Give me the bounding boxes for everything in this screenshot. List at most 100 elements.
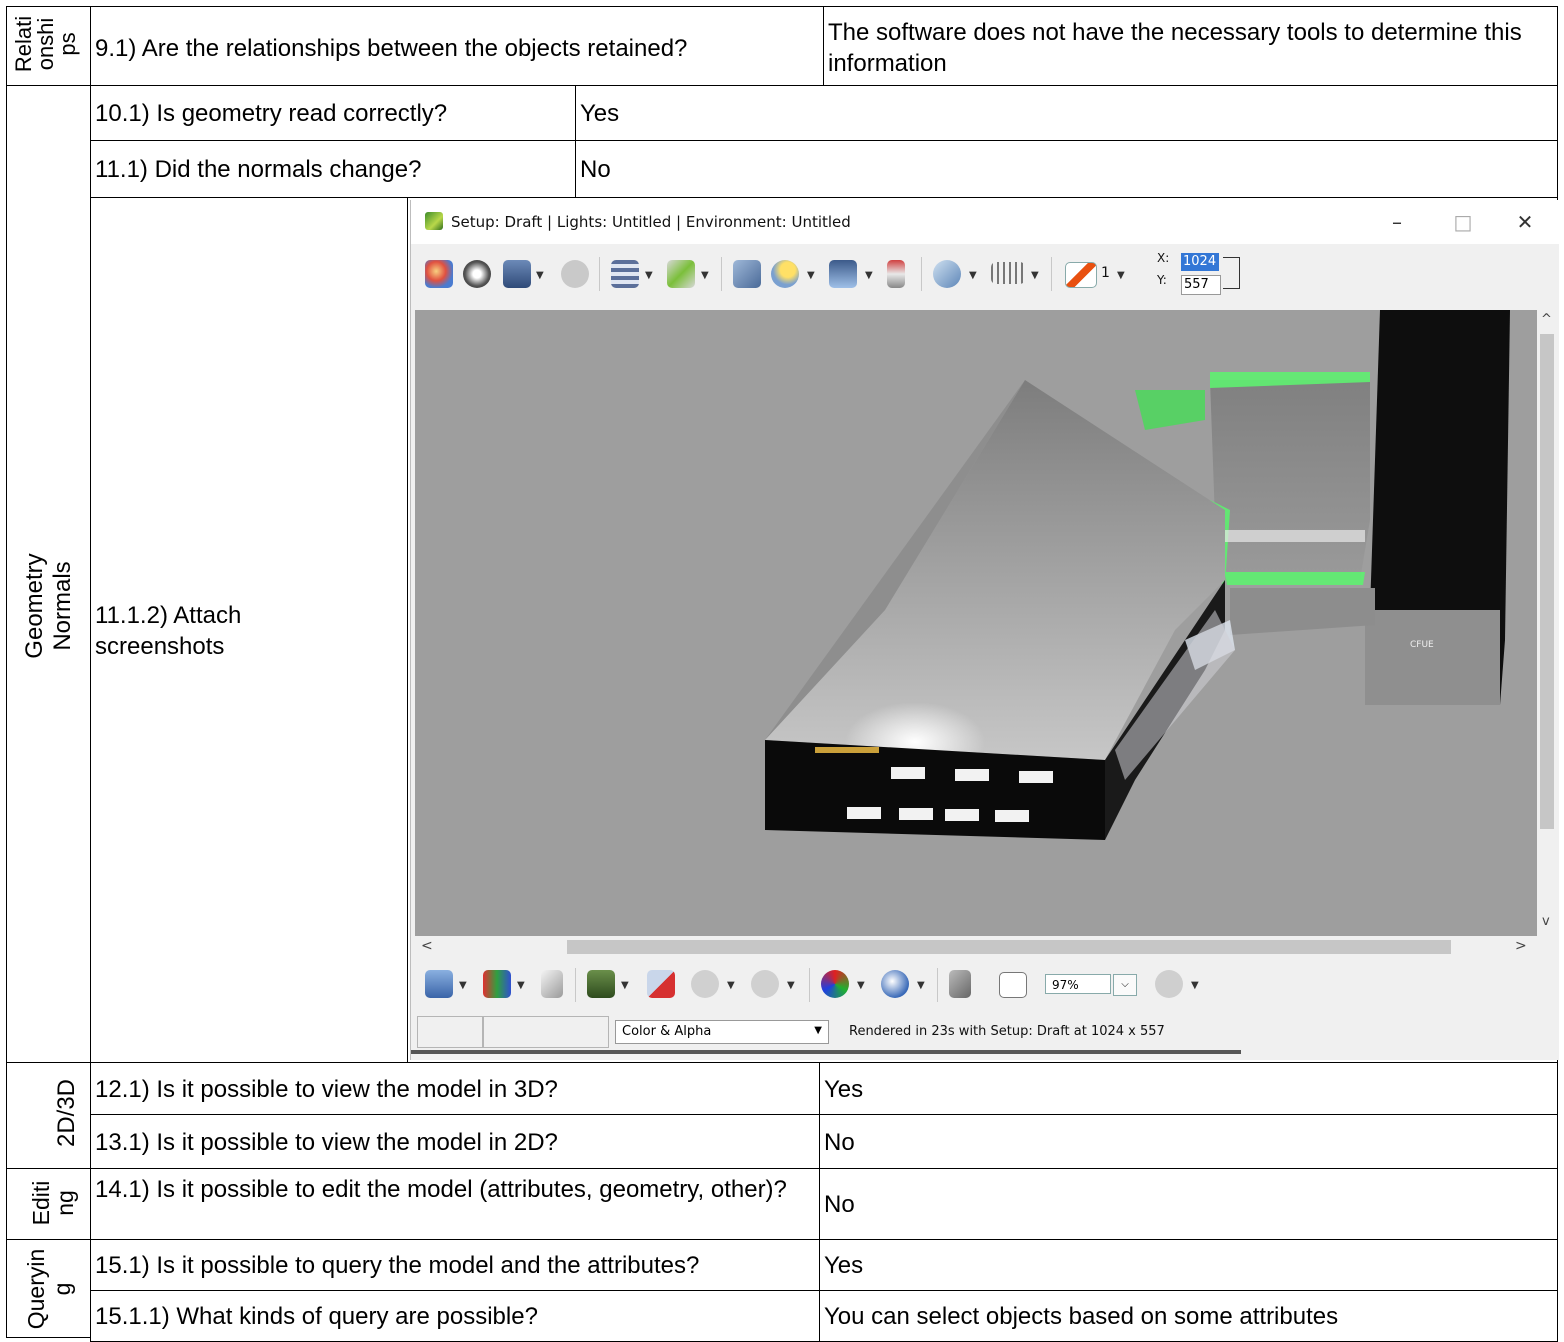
render-frame-icon[interactable] xyxy=(463,260,491,288)
vertical-scroll-thumb[interactable] xyxy=(1540,334,1554,829)
group-cell-querying: Queryin g xyxy=(6,1239,91,1338)
scroll-left-arrow[interactable]: < xyxy=(421,938,433,954)
answer-14-1: No xyxy=(824,1191,855,1218)
scroll-up-arrow[interactable]: ^ xyxy=(1541,312,1552,327)
x-resolution-field[interactable]: 1024 xyxy=(1181,253,1219,271)
question-11-1-2: 11.1.2) Attach screenshots xyxy=(95,602,248,660)
horizontal-scrollbar[interactable]: < > xyxy=(415,936,1537,958)
status-bar: Color & Alpha ▼ Rendered in 23s with Set… xyxy=(411,1012,1559,1054)
question-9-1: 9.1) Are the relationships between the o… xyxy=(95,35,688,62)
chevron-down-icon[interactable]: ▼ xyxy=(517,980,525,991)
answer-cell-15-1-1: You can select objects based on some att… xyxy=(819,1290,1558,1342)
chevron-down-icon[interactable]: ▼ xyxy=(701,270,709,281)
group-cell-2d3d: 2D/3D xyxy=(6,1062,91,1169)
chevron-down-icon[interactable]: ▼ xyxy=(536,270,544,281)
stop-render-icon[interactable] xyxy=(561,260,589,288)
zoom-dropdown[interactable]: ⌵ xyxy=(1113,974,1137,996)
image-toolbar: ▼ ▼ ▼ ▼ ▼ ▼ ▼ 97% ⌵ ▼ xyxy=(411,962,1559,1008)
question-13-1: 13.1) Is it possible to view the model i… xyxy=(95,1129,558,1156)
y-resolution-field[interactable]: 557 xyxy=(1181,275,1221,295)
animation-icon[interactable] xyxy=(991,262,1025,284)
group-label-relationships: Relati onshi ps xyxy=(11,15,80,73)
scroll-right-arrow[interactable]: > xyxy=(1515,938,1527,954)
question-cell-13-1: 13.1) Is it possible to view the model i… xyxy=(90,1114,820,1169)
close-button[interactable]: ✕ xyxy=(1505,208,1545,236)
chevron-down-icon[interactable]: ▼ xyxy=(787,980,795,991)
answer-cell-15-1: Yes xyxy=(819,1239,1558,1291)
group-label-geometry: Geometry Normals xyxy=(21,553,76,659)
channels-icon[interactable] xyxy=(483,970,511,998)
toolbar-separator xyxy=(575,968,576,1002)
forward-arrow-icon[interactable] xyxy=(751,970,779,998)
maximize-button[interactable]: □ xyxy=(1443,208,1483,236)
lock-icon[interactable] xyxy=(1223,257,1240,289)
group-label-querying: Queryin g xyxy=(23,1248,75,1330)
back-arrow-icon[interactable] xyxy=(691,970,719,998)
fit-view-icon[interactable] xyxy=(999,972,1027,998)
chevron-down-icon[interactable]: ▼ xyxy=(857,980,865,991)
answer-cell-10-1: Yes xyxy=(575,85,1558,141)
question-12-1: 12.1) Is it possible to view the model i… xyxy=(95,1076,558,1103)
question-cell-9-1: 9.1) Are the relationships between the o… xyxy=(90,6,824,86)
layers-icon[interactable] xyxy=(611,260,639,288)
window-title: Setup: Draft | Lights: Untitled | Enviro… xyxy=(451,213,851,231)
chevron-down-icon[interactable]: ▼ xyxy=(1191,980,1199,991)
pick-icon[interactable] xyxy=(949,970,971,998)
lightning-icon[interactable] xyxy=(667,260,695,288)
question-cell-15-1-1: 15.1.1) What kinds of query are possible… xyxy=(90,1290,820,1342)
chevron-down-icon[interactable]: ▼ xyxy=(1031,270,1039,281)
render-viewport[interactable]: CFUE xyxy=(415,310,1537,936)
answer-cell-9-1: The software does not have the necessary… xyxy=(823,6,1558,86)
chevron-down-icon[interactable]: ▼ xyxy=(969,270,977,281)
chevron-down-icon[interactable]: ▼ xyxy=(645,270,653,281)
exposure-icon[interactable] xyxy=(881,970,909,998)
answer-9-1: The software does not have the necessary… xyxy=(828,19,1529,77)
question-10-1: 10.1) Is geometry read correctly? xyxy=(95,100,448,127)
question-14-1: 14.1) Is it possible to edit the model (… xyxy=(95,1176,787,1203)
question-cell-15-1: 15.1) Is it possible to query the model … xyxy=(90,1239,820,1291)
render-region-icon[interactable] xyxy=(503,260,531,288)
chevron-down-icon[interactable]: ▼ xyxy=(727,980,735,991)
group-label-2d3d: 2D/3D xyxy=(53,1078,80,1148)
chevron-down-icon[interactable]: ▼ xyxy=(807,270,815,281)
scene-icon[interactable] xyxy=(733,260,761,288)
material-brush-icon[interactable] xyxy=(887,260,905,288)
group-cell-editing: Editi ng xyxy=(6,1168,91,1240)
chevron-down-icon[interactable]: ▼ xyxy=(621,980,629,991)
question-15-1: 15.1) Is it possible to query the model … xyxy=(95,1252,700,1279)
scroll-down-arrow[interactable]: v xyxy=(1542,914,1550,929)
passes-icon[interactable] xyxy=(1065,262,1097,288)
copy-icon[interactable] xyxy=(541,970,563,998)
horizontal-scroll-thumb[interactable] xyxy=(567,940,1451,954)
zoom-field[interactable]: 97% xyxy=(1045,974,1111,994)
vertical-scrollbar[interactable]: ^ v xyxy=(1537,310,1557,936)
chevron-down-icon[interactable]: ▼ xyxy=(1117,270,1125,281)
render-toolbar: ▼ ▼ ▼ ▼ ▼ ▼ ▼ 1 ▼ X: Y: 1024 557 xyxy=(411,248,1559,300)
toolbar-separator xyxy=(937,968,938,1002)
answer-12-1: Yes xyxy=(824,1076,864,1103)
rendered-building: CFUE xyxy=(415,310,1537,936)
group-cell-relationships: Relati onshi ps xyxy=(6,6,91,86)
answer-cell-12-1: Yes xyxy=(819,1062,1558,1115)
question-cell-11-1: 11.1) Did the normals change? xyxy=(90,140,576,198)
channel-select[interactable]: Color & Alpha ▼ xyxy=(615,1020,829,1044)
save-image-icon[interactable] xyxy=(425,970,453,998)
object-icon[interactable] xyxy=(1155,970,1183,998)
light-bulb-icon[interactable] xyxy=(771,260,799,288)
toolbar-separator xyxy=(809,968,810,1002)
render-setup-icon[interactable] xyxy=(425,260,453,288)
progress-line xyxy=(411,1050,1241,1054)
chevron-down-icon[interactable]: ▼ xyxy=(917,980,925,991)
rgb-icon[interactable] xyxy=(821,970,849,998)
question-cell-12-1: 12.1) Is it possible to view the model i… xyxy=(90,1062,820,1115)
chevron-down-icon[interactable]: ▼ xyxy=(459,980,467,991)
minimize-button[interactable]: – xyxy=(1377,208,1417,236)
delete-image-icon[interactable] xyxy=(647,970,675,998)
question-cell-14-1: 14.1) Is it possible to edit the model (… xyxy=(90,1168,820,1240)
toolbar-separator xyxy=(721,257,722,291)
chevron-down-icon[interactable]: ▼ xyxy=(865,270,873,281)
environment-icon[interactable] xyxy=(829,260,857,288)
history-icon[interactable] xyxy=(587,970,615,998)
app-icon xyxy=(425,212,443,230)
render-settings-icon[interactable] xyxy=(933,260,961,288)
